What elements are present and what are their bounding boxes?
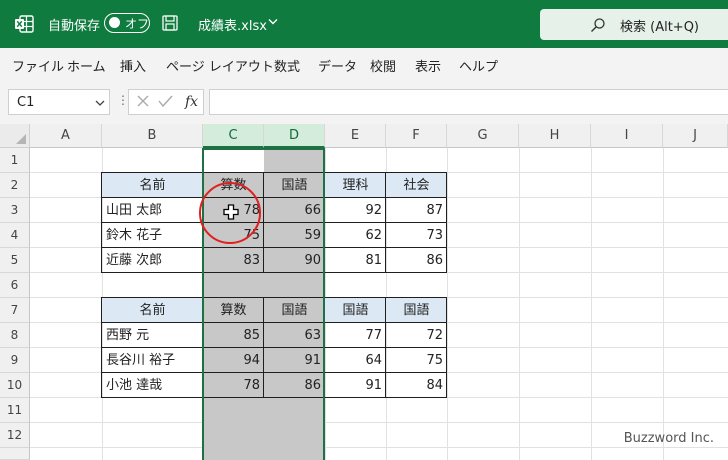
excel-logo-icon: [15, 15, 34, 33]
search-placeholder: 検索 (Alt+Q): [620, 20, 700, 35]
table2-header-japanese-3[interactable]: 国語: [386, 298, 447, 323]
enter-check-icon[interactable]: [158, 95, 173, 108]
menu-view[interactable]: 表示: [415, 56, 441, 75]
watermark: Buzzword Inc.: [623, 431, 714, 446]
formula-bar: C1 ⋮ fx: [0, 82, 728, 124]
autosave-toggle[interactable]: オフ: [104, 13, 150, 33]
table-cell[interactable]: 75: [386, 348, 447, 373]
menu-data[interactable]: データ: [318, 56, 357, 75]
table-cell[interactable]: 西野 元: [102, 323, 203, 348]
menu-review[interactable]: 校閲: [370, 56, 396, 75]
table-cell[interactable]: 87: [386, 198, 447, 223]
table-cell[interactable]: 73: [386, 223, 447, 248]
insert-function-button[interactable]: fx: [185, 94, 198, 110]
search-box[interactable]: 検索 (Alt+Q): [540, 9, 728, 40]
menu-page-layout[interactable]: ページ レイアウト: [166, 56, 274, 75]
formula-controls: fx: [128, 89, 204, 115]
table-cell[interactable]: 62: [325, 223, 386, 248]
table-cell[interactable]: 81: [325, 248, 386, 273]
table-cell[interactable]: 山田 太郎: [102, 198, 203, 223]
table2-header-name[interactable]: 名前: [102, 298, 203, 323]
autosave-label: 自動保存: [48, 19, 101, 34]
table-cell[interactable]: 92: [325, 198, 386, 223]
search-icon: [591, 18, 605, 32]
menu-insert[interactable]: 挿入: [120, 56, 146, 75]
table-cell[interactable]: 91: [325, 373, 386, 398]
menu-help[interactable]: ヘルプ: [459, 56, 498, 75]
chevron-down-icon[interactable]: [95, 100, 105, 107]
formula-input[interactable]: [209, 89, 728, 115]
chevron-down-icon[interactable]: [268, 18, 278, 26]
title-bar: 自動保存 オフ 成績表.xlsx 検索 (Alt+Q): [0, 0, 728, 48]
toggle-state-label: オフ: [125, 17, 150, 31]
menu-formulas[interactable]: 数式: [274, 56, 300, 75]
table-cell[interactable]: 鈴木 花子: [102, 223, 203, 248]
table-cell[interactable]: 86: [386, 248, 447, 273]
table-cell[interactable]: 72: [386, 323, 447, 348]
menu-file[interactable]: ファイル: [12, 56, 64, 75]
table1-header-social[interactable]: 社会: [386, 173, 447, 198]
table2-header-japanese-2[interactable]: 国語: [325, 298, 386, 323]
worksheet-grid: A B C D E F G H I J 1 2 3 4 5 6 7 8 9 10…: [0, 124, 728, 460]
cell-cursor-icon: [223, 204, 239, 220]
table-cell[interactable]: 長谷川 裕子: [102, 348, 203, 373]
table1-header-science[interactable]: 理科: [325, 173, 386, 198]
table-cell[interactable]: 近藤 次郎: [102, 248, 203, 273]
table-cell[interactable]: 84: [386, 373, 447, 398]
table-cell[interactable]: 小池 達哉: [102, 373, 203, 398]
file-name[interactable]: 成績表.xlsx: [198, 15, 267, 34]
menu-home[interactable]: ホーム: [67, 56, 106, 75]
cancel-icon[interactable]: [137, 95, 149, 107]
name-box[interactable]: C1: [8, 89, 110, 115]
table1-header-name[interactable]: 名前: [102, 173, 203, 198]
toggle-knob: [109, 17, 120, 28]
save-icon[interactable]: [162, 15, 178, 31]
table-cell[interactable]: 77: [325, 323, 386, 348]
ribbon-menu-bar: ファイル ホーム 挿入 ページ レイアウト 数式 データ 校閲 表示 ヘルプ: [0, 48, 728, 82]
name-box-value: C1: [17, 95, 35, 110]
table-cell[interactable]: 64: [325, 348, 386, 373]
